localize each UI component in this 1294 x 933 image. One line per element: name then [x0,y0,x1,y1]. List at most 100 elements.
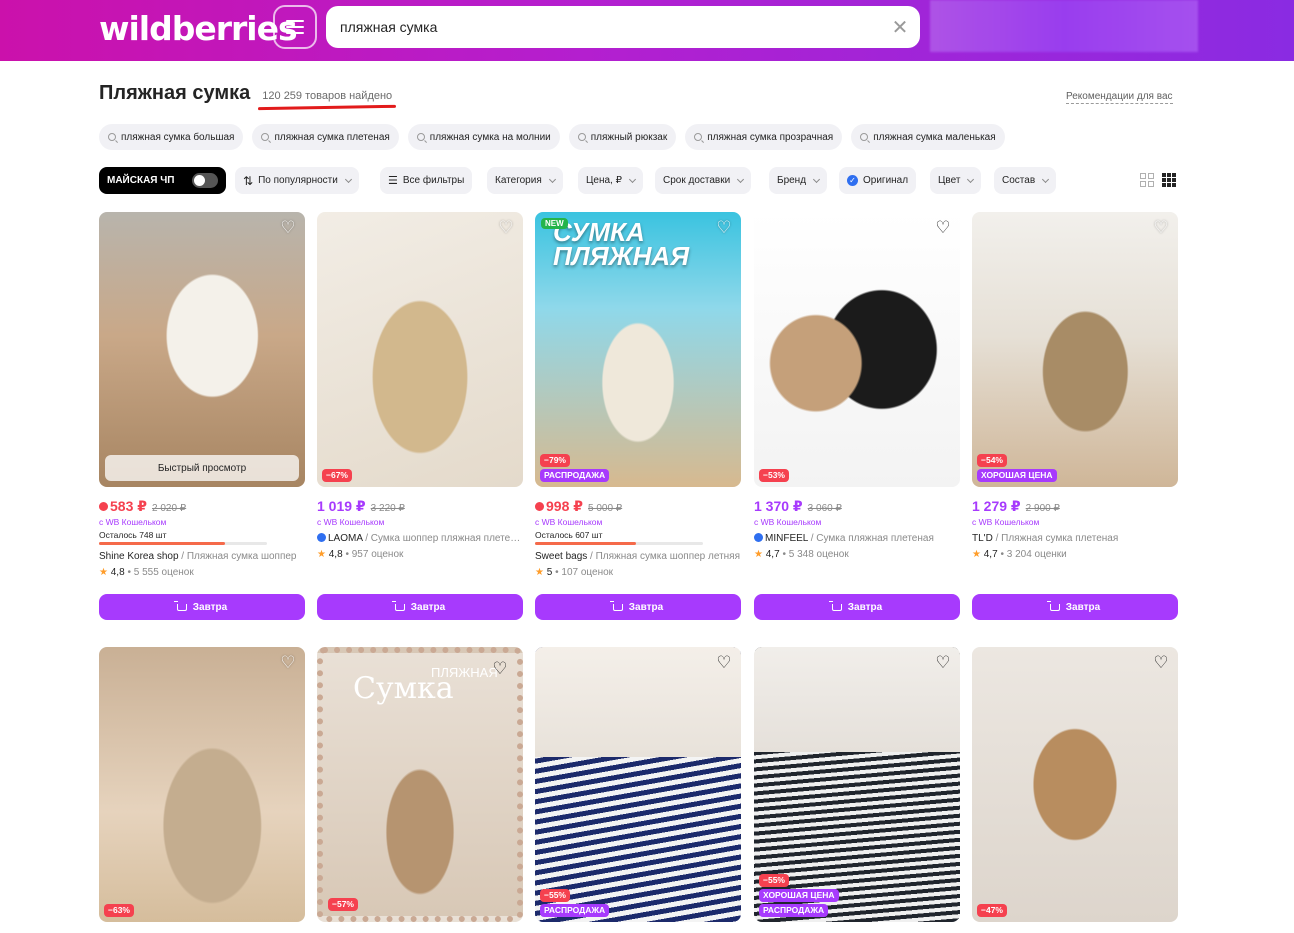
price-value: 1 019 ₽ [317,498,366,514]
product-card[interactable]: ♡ −53% 1 370 ₽ 3 060 ₽ с WB Кошельком MI… [754,212,960,560]
favorite-heart-icon[interactable]: ♡ [496,218,516,238]
product-card[interactable]: Сумка ПЛЯЖНАЯ ♡ −57% [317,647,523,922]
large-grid-icon[interactable] [1140,173,1154,187]
sort-label: По популярности [258,175,338,186]
product-name[interactable]: Sweet bags / Пляжная сумка шоппер летняя [535,551,741,562]
product-image[interactable]: ♡ −54% ХОРОШАЯ ЦЕНА [972,212,1178,487]
product-image[interactable]: ♡ −55% ХОРОШАЯ ЦЕНА РАСПРОДАЖА [754,647,960,922]
toggle-switch[interactable] [192,173,218,188]
product-image[interactable]: СУМКА ПЛЯЖНАЯ NEW ♡ −79% РАСПРОДАЖА [535,212,741,487]
product-card[interactable]: ♡ Быстрый просмотр 583 ₽ 2 020 ₽ с WB Ко… [99,212,305,578]
product-name[interactable]: Shine Korea shop / Пляжная сумка шоппер [99,551,305,562]
small-grid-icon[interactable] [1162,173,1176,187]
stock-left: Осталось 748 шт [99,530,167,540]
product-card[interactable]: ♡ −63% [99,647,305,922]
price-row: 1 370 ₽ 3 060 ₽ [754,498,960,516]
bullet: • [555,567,559,578]
sort-dropdown[interactable]: ⇅ По популярности [235,167,359,194]
suggestion-chip[interactable]: пляжная сумка плетеная [252,124,399,150]
product-card[interactable]: ♡ −55% ХОРОШАЯ ЦЕНА РАСПРОДАЖА [754,647,960,922]
search-icon [577,133,586,141]
product-title: / Сумка пляжная плетеная [807,533,934,544]
search-icon [860,133,869,141]
check-icon: ✓ [847,175,858,186]
product-card[interactable]: ♡ −55% РАСПРОДАЖА [535,647,741,922]
buy-button[interactable]: Завтра [317,594,523,620]
discount-badge: −53% [759,469,789,482]
suggestion-chip[interactable]: пляжная сумка большая [99,124,244,150]
category-filter[interactable]: Категория [487,167,563,194]
color-filter[interactable]: Цвет [930,167,982,194]
verified-icon [317,533,326,542]
suggestion-chip[interactable]: пляжная сумка маленькая [851,124,1005,150]
sale-badge: РАСПРОДАЖА [540,904,610,917]
product-image[interactable]: ♡ −67% [317,212,523,487]
page-title: Пляжная сумка [99,82,251,104]
recommendations-link[interactable]: Рекомендации для вас [1066,91,1173,104]
all-filters-button[interactable]: ☰ Все фильтры [380,167,473,194]
favorite-heart-icon[interactable]: ♡ [933,218,953,238]
suggestion-label: пляжная сумка маленькая [873,131,996,143]
search-value[interactable]: пляжная сумка [340,19,880,35]
favorite-heart-icon[interactable]: ♡ [490,659,510,679]
wallet-icon [99,502,108,511]
results-count: 120 259 товаров найдено [262,90,393,102]
product-card[interactable]: ♡ −67% 1 019 ₽ 3 220 ₽ с WB Кошельком LA… [317,212,523,560]
old-price: 5 000 ₽ [588,503,623,514]
product-image[interactable]: ♡ −55% РАСПРОДАЖА [535,647,741,922]
search-input[interactable]: пляжная сумка ✕ [326,6,920,48]
menu-button[interactable] [273,5,317,49]
product-name[interactable]: TL'D / Пляжная сумка плетеная [972,533,1178,544]
chevron-down-icon [813,175,821,183]
view-switcher [1140,173,1176,187]
brand-filter[interactable]: Бренд [769,167,828,194]
product-card[interactable]: СУМКА ПЛЯЖНАЯ NEW ♡ −79% РАСПРОДАЖА 998 … [535,212,741,578]
suggestion-chip[interactable]: пляжная сумка прозрачная [685,124,843,150]
review-count: 107 оценок [561,567,614,578]
promo-banner[interactable] [930,0,1198,52]
original-filter[interactable]: ✓ Оригинал [839,167,917,194]
badges: −63% [104,904,134,917]
buy-label: Завтра [847,601,883,613]
product-card[interactable]: ♡ −54% ХОРОШАЯ ЦЕНА 1 279 ₽ 2 900 ₽ с WB… [972,212,1178,560]
buy-button[interactable]: Завтра [972,594,1178,620]
star-icon: ★ [972,549,981,560]
badges: −79% РАСПРОДАЖА [540,454,610,482]
brand-label: Бренд [777,175,807,186]
may-sale-toggle[interactable]: МАЙСКАЯ ЧП [99,167,226,194]
all-filters-label: Все фильтры [402,175,465,186]
buy-button[interactable]: Завтра [535,594,741,620]
buy-button[interactable]: Завтра [754,594,960,620]
product-image[interactable]: ♡ −63% [99,647,305,922]
product-image[interactable]: Сумка ПЛЯЖНАЯ ♡ −57% [317,647,523,922]
favorite-heart-icon[interactable]: ♡ [714,218,734,238]
favorite-heart-icon[interactable]: ♡ [714,653,734,673]
buy-button[interactable]: Завтра [99,594,305,620]
suggestion-chip[interactable]: пляжный рюкзак [568,124,677,150]
wildberries-logo[interactable]: wildberries [99,9,298,48]
favorite-heart-icon[interactable]: ♡ [933,653,953,673]
favorite-heart-icon[interactable]: ♡ [1151,218,1171,238]
review-count: 3 204 оценки [1006,549,1067,560]
product-name[interactable]: MINFEEL / Сумка пляжная плетеная [754,533,960,544]
quick-view-button[interactable]: Быстрый просмотр [105,455,299,481]
clear-search-icon[interactable]: ✕ [880,15,920,40]
filter-bar: МАЙСКАЯ ЧП ⇅ По популярности ☰ Все фильт… [99,167,1179,195]
discount-badge: −79% [540,454,570,467]
suggestion-chip[interactable]: пляжная сумка на молнии [407,124,560,150]
product-image[interactable]: ♡ −53% [754,212,960,487]
price-filter[interactable]: Цена, ₽ [578,167,643,194]
delivery-filter[interactable]: Срок доставки [655,167,752,194]
discount-badge: −55% [540,889,570,902]
product-card[interactable]: ♡ −47% [972,647,1178,922]
category-label: Категория [495,175,542,186]
composition-filter[interactable]: Состав [994,167,1057,194]
favorite-heart-icon[interactable]: ♡ [1151,653,1171,673]
product-image[interactable]: ♡ −47% [972,647,1178,922]
product-image[interactable]: ♡ Быстрый просмотр [99,212,305,487]
product-name[interactable]: LAOMA / Сумка шоппер пляжная плетеная [317,533,523,544]
favorite-heart-icon[interactable]: ♡ [278,653,298,673]
rating: ★ 4,7 • 3 204 оценки [972,549,1178,560]
wallet-icon [535,502,544,511]
favorite-heart-icon[interactable]: ♡ [278,218,298,238]
